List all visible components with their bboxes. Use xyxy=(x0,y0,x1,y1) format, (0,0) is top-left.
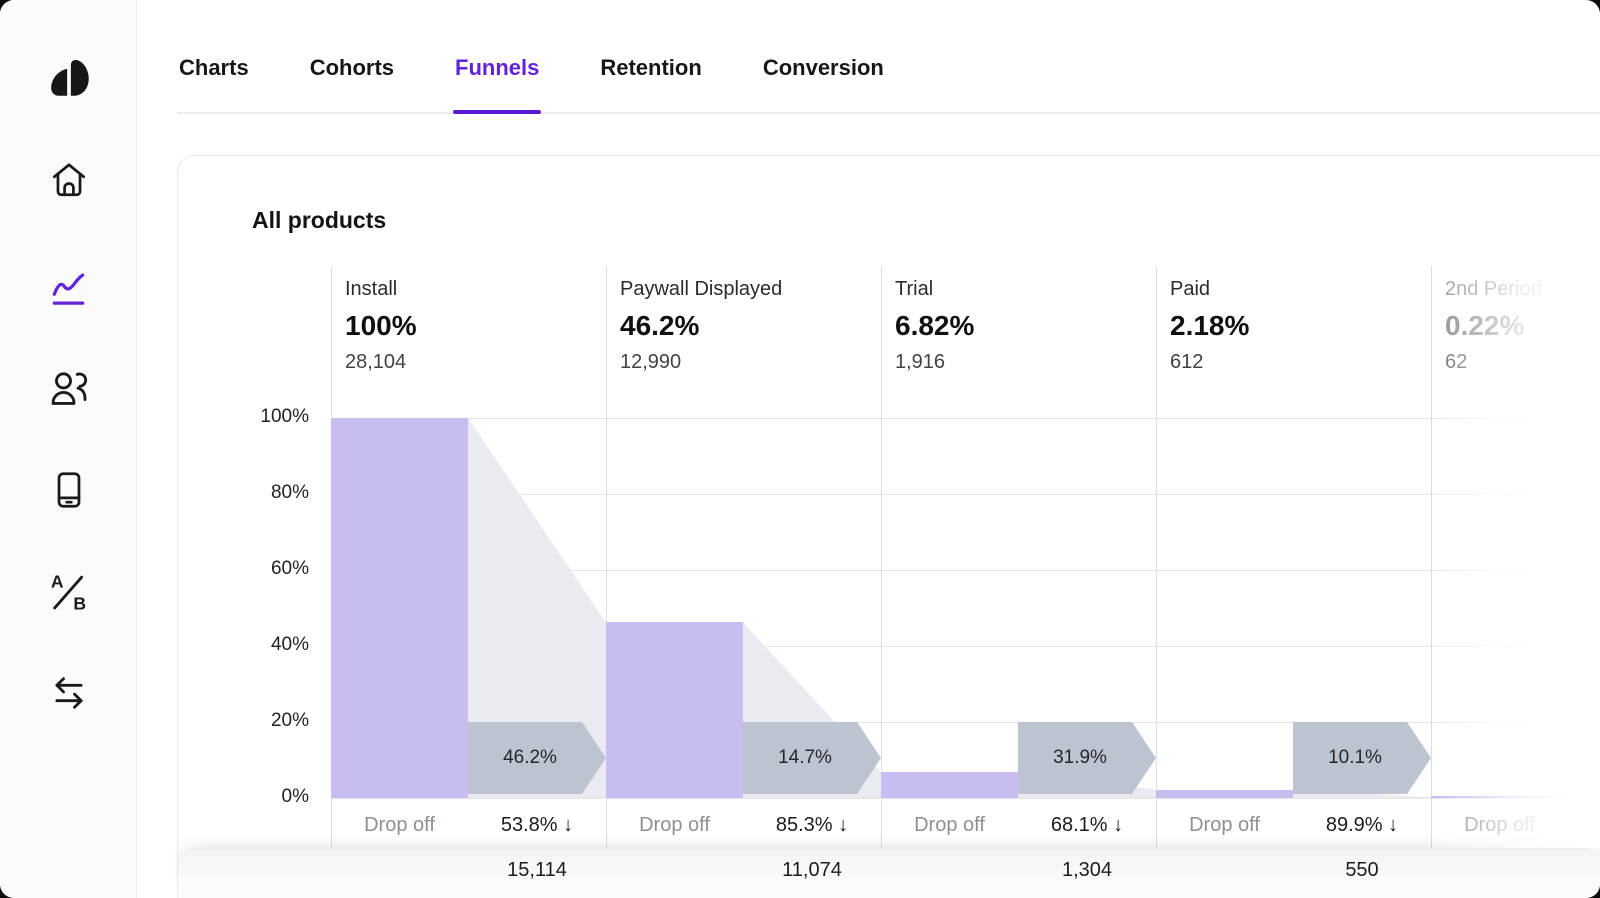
dropoff-arrow[interactable]: 14.7% xyxy=(743,722,881,794)
sidebar: A B xyxy=(0,0,137,898)
tab-label: Funnels xyxy=(455,55,539,81)
step-conversion-label: 46.2% xyxy=(503,747,571,769)
dropoff-percent: 89.9% ↓ xyxy=(1293,814,1431,837)
dropoff-percent: 53.8% ↓ xyxy=(468,814,606,837)
home-icon xyxy=(48,159,90,201)
dropoff-count: 550 xyxy=(1277,859,1447,882)
sidebar-item-experiments[interactable]: A B xyxy=(47,570,91,614)
sidebar-item-apps[interactable] xyxy=(47,468,91,512)
stage-name: Paywall Displayed xyxy=(620,276,782,302)
stage-name: Trial xyxy=(895,276,974,302)
stage-percent: 0.22% xyxy=(1445,306,1542,346)
column-divider xyxy=(1156,266,1157,848)
funnel-chart: 100%80%60%40%20%0%Install100%28,10446.2%… xyxy=(331,266,1600,848)
funnel-bar[interactable] xyxy=(1431,796,1568,798)
stage-header: Trial 6.82% 1,916 xyxy=(895,276,974,375)
y-axis-label: 100% xyxy=(229,406,309,428)
stage-count: 612 xyxy=(1170,349,1249,375)
dropoff-count: 1,304 xyxy=(1002,859,1172,882)
dropoff-label: Drop off xyxy=(1156,814,1293,837)
ab-test-icon: A B xyxy=(47,570,91,614)
y-axis-label: 0% xyxy=(229,786,309,808)
dropoff-percent: 68.1% ↓ xyxy=(1018,814,1156,837)
stage-header: Install 100% 28,104 xyxy=(345,276,417,375)
funnel-bar[interactable] xyxy=(606,622,743,798)
funnel-bar[interactable] xyxy=(1156,790,1293,798)
dropoff-label: Drop off xyxy=(331,814,468,837)
sidebar-item-integrations[interactable] xyxy=(47,671,91,715)
dropoff-counts-footer: 15,114 11,074 1,304 550 xyxy=(178,850,1600,898)
sidebar-item-home[interactable] xyxy=(47,158,91,202)
active-tab-underline xyxy=(453,110,541,114)
dropoff-count: 15,114 xyxy=(452,859,622,882)
stage-header: Paid 2.18% 612 xyxy=(1170,276,1249,375)
tab-cohorts[interactable]: Cohorts xyxy=(308,24,396,112)
step-conversion-label: 10.1% xyxy=(1328,747,1396,769)
y-axis-label: 20% xyxy=(229,710,309,732)
card-title: All products xyxy=(252,207,386,234)
column-divider xyxy=(1431,266,1432,848)
stage-count: 28,104 xyxy=(345,349,417,375)
chart-line-icon xyxy=(48,268,90,310)
y-axis-label: 60% xyxy=(229,558,309,580)
dropoff-arrow[interactable]: 10.1% xyxy=(1293,722,1431,794)
stage-header: Paywall Displayed 46.2% 12,990 xyxy=(620,276,782,375)
gridline xyxy=(331,418,1600,419)
tab-label: Retention xyxy=(600,55,701,81)
stage-name: 2nd Period xyxy=(1445,276,1542,302)
users-icon xyxy=(47,366,91,410)
svg-text:B: B xyxy=(73,594,86,614)
funnel-bar[interactable] xyxy=(881,772,1018,798)
dropoff-count: 11,074 xyxy=(727,859,897,882)
tab-retention[interactable]: Retention xyxy=(598,24,703,112)
stage-percent: 100% xyxy=(345,306,417,346)
stage-percent: 6.82% xyxy=(895,306,974,346)
svg-text:A: A xyxy=(51,572,64,592)
tabs: Charts Cohorts Funnels Retention Conversion xyxy=(177,0,1600,114)
column-divider xyxy=(881,266,882,848)
dropoff-label: Drop off xyxy=(881,814,1018,837)
dropoff-label: Drop off xyxy=(1431,814,1568,837)
stage-name: Paid xyxy=(1170,276,1249,302)
app-window: A B Charts Cohorts Funnels Retention Convers… xyxy=(0,0,1600,898)
step-conversion-label: 14.7% xyxy=(778,747,846,769)
stage-count: 62 xyxy=(1445,349,1542,375)
dropoff-arrow[interactable]: 31.9% xyxy=(1018,722,1156,794)
stage-name: Install xyxy=(345,276,417,302)
sidebar-item-customers[interactable] xyxy=(47,366,91,410)
transfer-arrows-icon xyxy=(47,671,91,715)
dropoff-arrow[interactable]: 46.2% xyxy=(468,722,606,794)
tab-label: Conversion xyxy=(763,55,884,81)
stage-count: 12,990 xyxy=(620,349,782,375)
app-logo[interactable] xyxy=(47,55,91,99)
y-axis-label: 40% xyxy=(229,634,309,656)
gridline xyxy=(331,494,1600,495)
stage-count: 1,916 xyxy=(895,349,974,375)
funnel-bar[interactable] xyxy=(331,418,468,798)
dropoff-percent: 85.3% ↓ xyxy=(743,814,881,837)
dropoff-label: Drop off xyxy=(606,814,743,837)
mobile-device-icon xyxy=(48,469,90,511)
gridline xyxy=(331,798,1600,799)
tab-label: Charts xyxy=(179,55,249,81)
tab-charts[interactable]: Charts xyxy=(177,24,251,112)
tab-conversion[interactable]: Conversion xyxy=(761,24,886,112)
stage-header: 2nd Period 0.22% 62 xyxy=(1445,276,1542,375)
tab-label: Cohorts xyxy=(310,55,394,81)
stage-percent: 2.18% xyxy=(1170,306,1249,346)
logo-icon xyxy=(47,54,91,100)
y-axis-label: 80% xyxy=(229,482,309,504)
sidebar-item-charts[interactable] xyxy=(47,267,91,311)
stage-percent: 46.2% xyxy=(620,306,782,346)
tab-funnels[interactable]: Funnels xyxy=(453,24,541,112)
step-conversion-label: 31.9% xyxy=(1053,747,1121,769)
